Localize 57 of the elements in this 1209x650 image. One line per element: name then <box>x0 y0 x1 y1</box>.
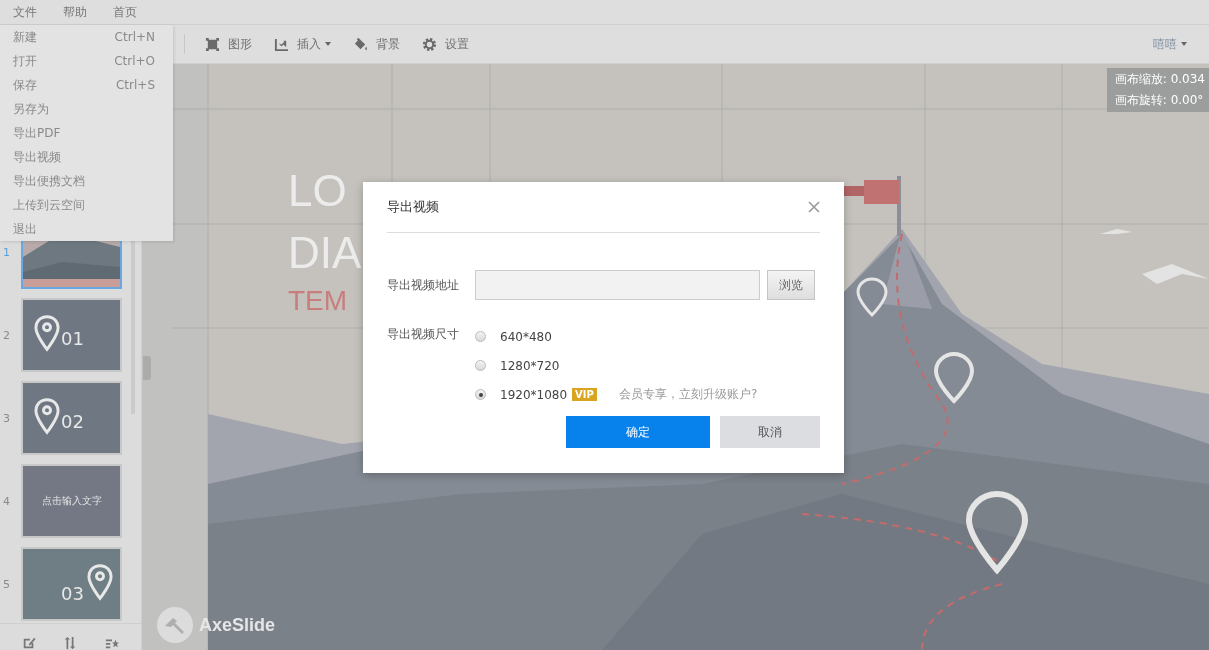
thumbnail-text: 点击输入文字 <box>41 494 102 508</box>
upgrade-note: 会员专享，立刻升级账户? <box>618 386 758 403</box>
slide-number: 1 <box>3 245 11 259</box>
location-pin-icon <box>33 314 61 352</box>
toolbar-button[interactable]: 背景 <box>353 35 400 53</box>
slide-number: 2 <box>3 328 11 342</box>
confirm-button[interactable]: 确定 <box>566 416 710 448</box>
menu-option[interactable]: 保存 Ctrl+S <box>0 73 173 97</box>
radio-button[interactable] <box>475 360 486 371</box>
option-label: 1920*1080 <box>500 387 568 402</box>
menu-item[interactable]: 首页 <box>113 3 137 21</box>
slide-number: 5 <box>3 577 11 591</box>
field-label: 导出视频地址 <box>387 276 460 294</box>
menu-option[interactable]: 退出 <box>0 217 173 241</box>
vip-badge: VIP <box>572 388 597 401</box>
rotation-readout: 画布旋转: 0.00° <box>1114 92 1205 109</box>
zoom-readout: 画布缩放: 0.034 <box>1114 71 1205 88</box>
menu-item[interactable]: 文件 <box>13 3 37 21</box>
close-icon[interactable] <box>808 201 820 213</box>
radio-button[interactable] <box>475 331 486 342</box>
input-field[interactable] <box>475 270 760 300</box>
radio-button[interactable] <box>475 389 486 400</box>
image-icon <box>274 36 289 52</box>
user-menu[interactable]: 嘻嘻 <box>1147 34 1193 54</box>
settings-icon <box>422 36 437 52</box>
slide-number: 4 <box>3 494 11 508</box>
slide-number: 3 <box>3 411 11 425</box>
menu-option[interactable]: 导出便携文档 <box>0 169 173 193</box>
slide-subtitle: TEM <box>288 284 349 318</box>
menu-item[interactable]: 帮助 <box>63 3 87 21</box>
menu-option[interactable]: 另存为 <box>0 97 173 121</box>
toolbar-button[interactable]: 图形 <box>205 35 252 53</box>
menu-option[interactable]: 新建 Ctrl+N <box>0 25 173 49</box>
paint-bucket-icon <box>353 36 368 52</box>
axe-logo-icon <box>157 607 193 643</box>
thumbnail-number: 01 <box>61 328 84 349</box>
location-pin-icon <box>33 397 61 435</box>
slide-thumbnail[interactable]: 02 <box>21 381 122 455</box>
cancel-button[interactable]: 取消 <box>720 416 820 448</box>
slide-thumbnail[interactable]: 03 <box>21 547 122 621</box>
dialog-title: 导出视频 <box>387 198 439 216</box>
menu-option[interactable]: 上传到云空间 <box>0 193 173 217</box>
field-label: 导出视频尺寸 <box>387 326 460 343</box>
toolbar-button[interactable]: 设置 <box>422 35 469 53</box>
slide-thumbnail[interactable]: 01 <box>21 298 122 372</box>
option-label: 640*480 <box>500 329 552 344</box>
browse-button[interactable]: 浏览 <box>767 270 815 300</box>
menu-option[interactable]: 导出PDF <box>0 121 173 145</box>
slide-thumbnail[interactable]: 点击输入文字 <box>21 464 122 538</box>
location-pin-icon <box>86 563 114 601</box>
panel-resize-handle[interactable] <box>143 356 151 380</box>
thumbnail-number: 03 <box>61 583 84 604</box>
thumbnail-number: 02 <box>61 411 84 432</box>
menu-option[interactable]: 打开 Ctrl+O <box>0 49 173 73</box>
menu-option[interactable]: 导出视频 <box>0 145 173 169</box>
toolbar-button[interactable]: 插入 <box>274 35 331 53</box>
option-label: 1280*720 <box>500 358 560 373</box>
